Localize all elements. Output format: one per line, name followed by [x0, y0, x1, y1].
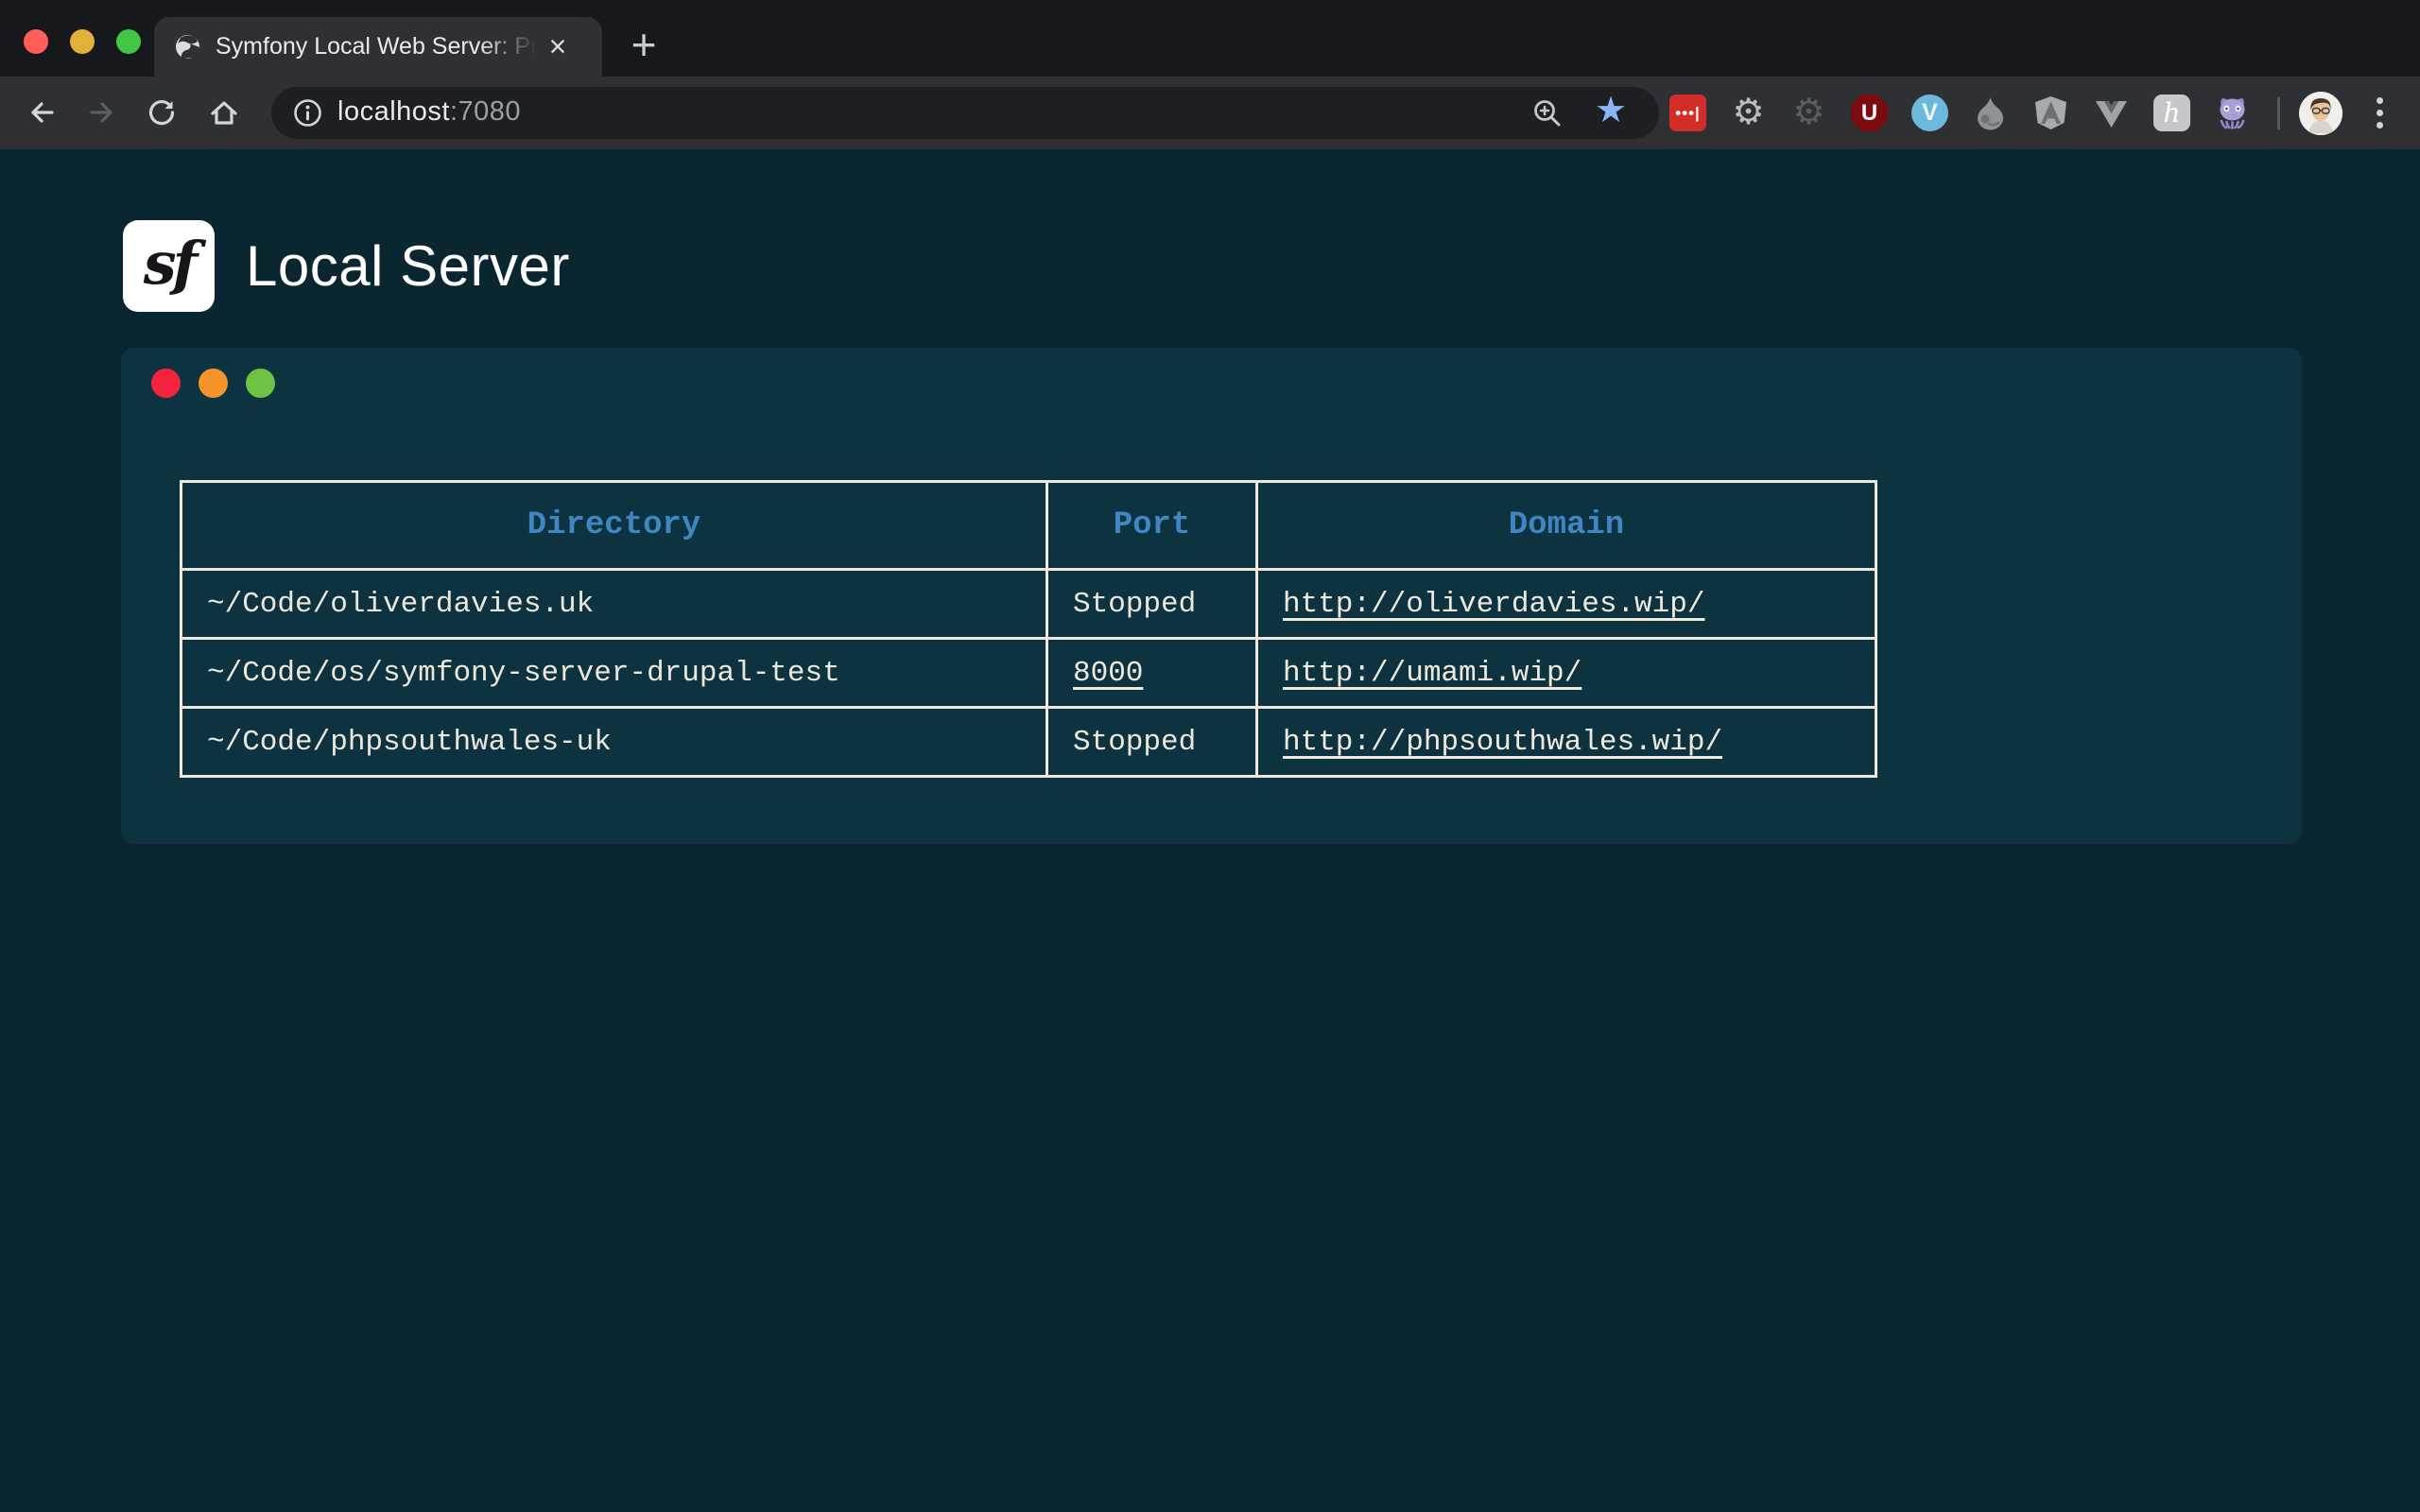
avatar-illustration: [2299, 92, 2342, 135]
bookmark-star-icon[interactable]: ★: [1595, 89, 1627, 131]
drupal-drop-icon: [1972, 94, 2009, 131]
menu-dot: [2377, 97, 2383, 104]
vimium-v-glyph: V: [1922, 99, 1938, 127]
window-close-button[interactable]: [24, 29, 48, 54]
disabled-gear-extension-icon[interactable]: ⚙: [1790, 94, 1827, 131]
symfony-sf-glyph: sf: [144, 229, 195, 303]
window-minimize-button[interactable]: [70, 29, 95, 54]
page-title: Local Server: [246, 233, 570, 299]
browser-toolbar: localhost:7080 ★ •••| ⚙ ⚙ U V: [0, 77, 2420, 149]
globe-icon: [175, 34, 200, 60]
port-status: Stopped: [1047, 570, 1257, 639]
angular-extension-icon[interactable]: [2032, 94, 2069, 131]
directory-cell: ~/Code/os/symfony-server-drupal-test: [182, 639, 1047, 708]
honey-extension-icon[interactable]: h: [2153, 94, 2190, 131]
browser-menu-button[interactable]: [2373, 94, 2386, 131]
honey-h-glyph: h: [2163, 97, 2180, 129]
vue-chevron-icon: [2093, 94, 2130, 131]
symfony-logo: sf: [123, 220, 215, 312]
angular-shield-icon: [2032, 94, 2069, 131]
home-button[interactable]: [205, 94, 243, 131]
card-orange-dot: [199, 369, 228, 398]
menu-dot: [2377, 110, 2383, 116]
toolbar-separator: [2277, 97, 2280, 129]
table-row: ~/Code/os/symfony-server-drupal-test 800…: [182, 639, 1876, 708]
table-row: ~/Code/oliverdavies.uk Stopped http://ol…: [182, 570, 1876, 639]
vue-extension-icon[interactable]: [2093, 94, 2130, 131]
url-host: localhost: [337, 96, 450, 127]
ublock-u-glyph: U: [1861, 100, 1877, 127]
card-green-dot: [246, 369, 275, 398]
header-directory: Directory: [182, 482, 1047, 570]
browser-tabstrip: Symfony Local Web Server: Prox × +: [0, 0, 2420, 77]
domain-link[interactable]: http://oliverdavies.wip/: [1283, 588, 1704, 621]
port-status: Stopped: [1047, 708, 1257, 777]
domain-link[interactable]: http://umami.wip/: [1283, 657, 1582, 690]
page-content: sf Local Server Directory Port Domain: [0, 149, 2420, 1512]
url-port: :7080: [450, 96, 521, 127]
octocat-icon: [2214, 94, 2251, 131]
table-row: ~/Code/phpsouthwales-uk Stopped http://p…: [182, 708, 1876, 777]
port-link[interactable]: 8000: [1073, 657, 1143, 690]
card-traffic-lights: [151, 369, 275, 398]
card-red-dot: [151, 369, 181, 398]
tab-title: Symfony Local Web Server: Prox: [216, 33, 537, 60]
ublock-extension-icon[interactable]: U: [1851, 94, 1888, 131]
window-maximize-button[interactable]: [116, 29, 141, 54]
forward-button[interactable]: [83, 94, 121, 131]
url-bar[interactable]: localhost:7080 ★: [271, 87, 1659, 139]
header-port: Port: [1047, 482, 1257, 570]
header-domain: Domain: [1257, 482, 1876, 570]
domain-link[interactable]: http://phpsouthwales.wip/: [1283, 726, 1722, 759]
proxy-table: Directory Port Domain ~/Code/oliverdavie…: [180, 480, 1877, 778]
url-text: localhost:7080: [337, 96, 521, 128]
lastpass-dots: •••|: [1675, 104, 1701, 123]
gear-extension-icon[interactable]: ⚙: [1730, 94, 1767, 131]
octocat-extension-icon[interactable]: [2214, 94, 2251, 131]
new-tab-button[interactable]: +: [619, 21, 668, 70]
table-header-row: Directory Port Domain: [182, 482, 1876, 570]
server-card: Directory Port Domain ~/Code/oliverdavie…: [121, 348, 2302, 844]
brand-header: sf Local Server: [123, 220, 570, 312]
tab-close-icon[interactable]: ×: [539, 28, 577, 66]
drupal-extension-icon[interactable]: [1972, 94, 2009, 131]
window-controls: [24, 29, 141, 54]
browser-tab[interactable]: Symfony Local Web Server: Prox ×: [154, 17, 602, 77]
menu-dot: [2377, 122, 2383, 129]
gear-icon: ⚙: [1732, 94, 1764, 131]
directory-cell: ~/Code/phpsouthwales-uk: [182, 708, 1047, 777]
lastpass-extension-icon[interactable]: •••|: [1669, 94, 1706, 131]
reload-button[interactable]: [143, 94, 181, 131]
page-zoom-icon[interactable]: [1530, 96, 1564, 130]
directory-cell: ~/Code/oliverdavies.uk: [182, 570, 1047, 639]
back-button[interactable]: [23, 94, 60, 131]
profile-avatar[interactable]: [2299, 92, 2342, 135]
gear-disabled-icon: ⚙: [1792, 94, 1824, 131]
vimium-extension-icon[interactable]: V: [1911, 94, 1948, 131]
site-info-icon[interactable]: [292, 97, 323, 129]
